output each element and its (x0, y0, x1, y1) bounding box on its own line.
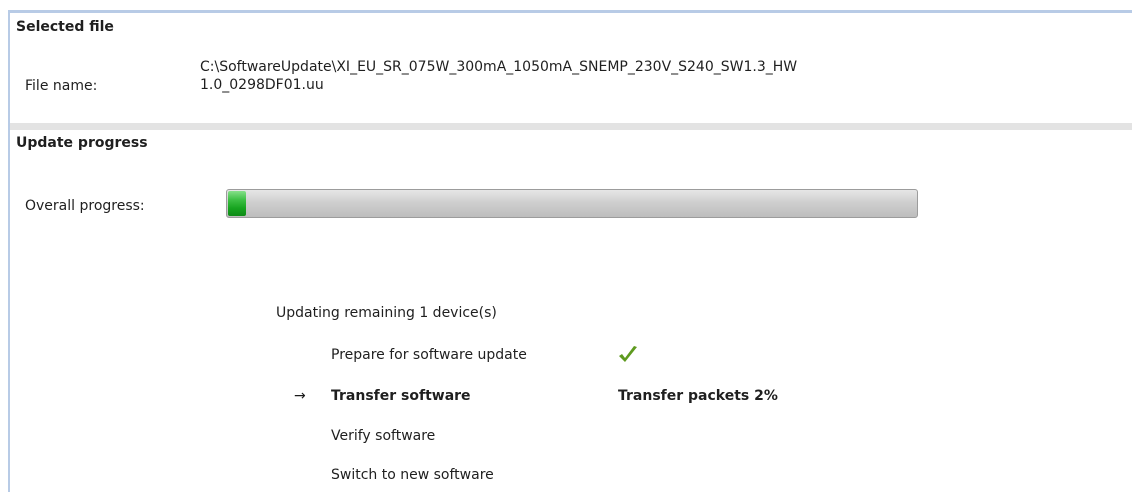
file-path-line-2: 1.0_0298DF01.uu (200, 77, 324, 93)
section-separator (10, 123, 1132, 130)
selected-file-heading: Selected file (16, 19, 114, 35)
window-frame-top (8, 10, 1132, 13)
file-path-line-1: C:\SoftwareUpdate\XI_EU_SR_075W_300mA_10… (200, 59, 798, 75)
step-switch-label: Switch to new software (331, 467, 494, 483)
overall-progress-label: Overall progress: (25, 198, 145, 214)
file-path-value: C:\SoftwareUpdate\XI_EU_SR_075W_300mA_10… (200, 58, 960, 94)
overall-progress-bar (226, 189, 918, 218)
check-icon (619, 346, 637, 362)
step-transfer-status: Transfer packets 2% (618, 388, 778, 404)
remaining-devices-text: Updating remaining 1 device(s) (276, 305, 497, 321)
window-frame-left (8, 10, 10, 492)
file-name-label: File name: (25, 78, 98, 94)
step-transfer-label: Transfer software (331, 388, 471, 404)
step-prepare-label: Prepare for software update (331, 347, 527, 363)
step-verify-label: Verify software (331, 428, 436, 444)
current-step-arrow-icon: → (294, 388, 306, 404)
overall-progress-fill (228, 191, 246, 216)
update-progress-heading: Update progress (16, 135, 148, 151)
